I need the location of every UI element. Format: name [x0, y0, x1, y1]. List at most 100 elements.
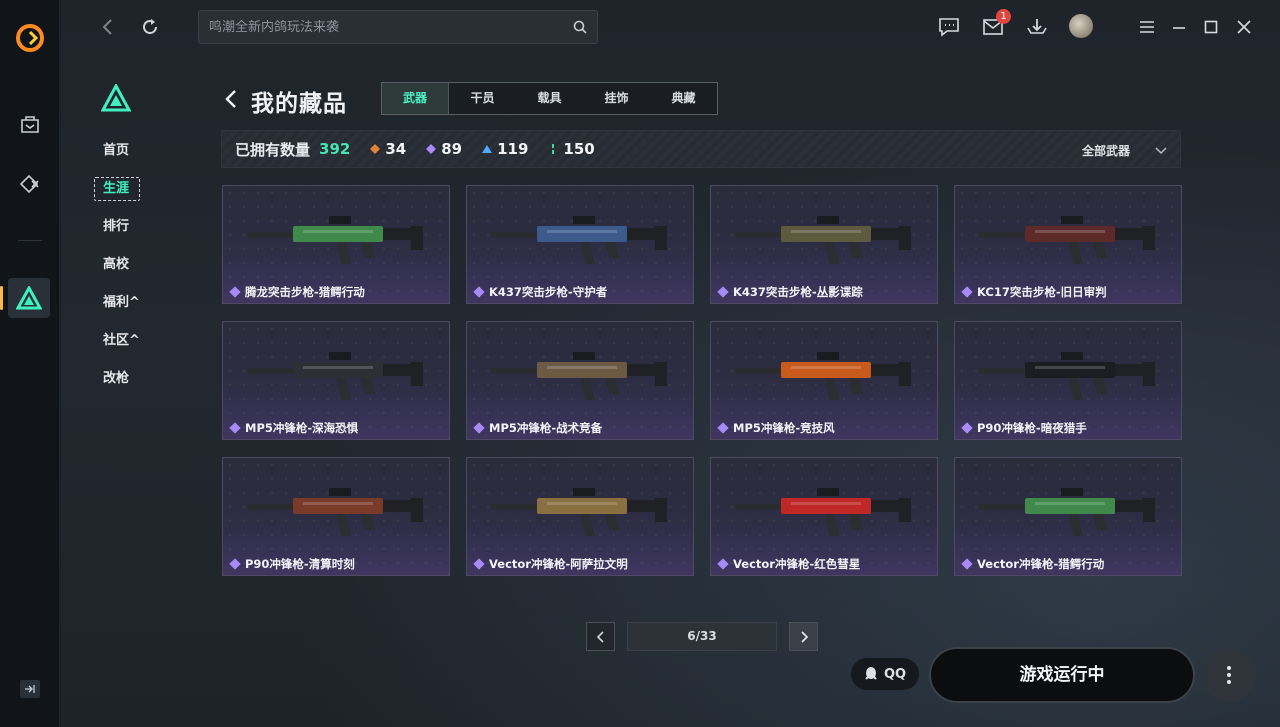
nav-gunsmith[interactable]: 改枪 [91, 360, 171, 398]
app-rail [0, 0, 60, 727]
nav-college[interactable]: 高校 [91, 246, 171, 284]
weapon-card-label: Vector冲锋枪-红色彗星 [717, 556, 860, 572]
rail-divider [18, 240, 42, 241]
nav-community[interactable]: 社区^ [91, 322, 171, 360]
rail-active-indicator [0, 286, 3, 310]
more-options-icon[interactable] [1202, 648, 1256, 702]
weapon-card-label: K437突击步枪-守护者 [473, 284, 607, 300]
rarity-gem-icon [961, 558, 973, 570]
search-input[interactable] [209, 19, 573, 35]
rarity-gem-icon [473, 286, 485, 298]
user-avatar[interactable] [1069, 14, 1093, 38]
weapon-image [979, 352, 1155, 400]
search-bar[interactable] [198, 10, 598, 44]
rarity-gem-icon [229, 286, 241, 298]
purple-count: 89 [426, 140, 462, 158]
game-running-button[interactable]: 游戏运行中 [929, 647, 1195, 703]
page-indicator: 6/33 [627, 622, 777, 651]
weapon-card-label: MP5冲锋枪-战术竞备 [473, 420, 602, 436]
weapon-card-label: P90冲锋枪-清算时刻 [229, 556, 355, 572]
green-gem-icon [552, 144, 555, 154]
blue-gem-icon [482, 145, 493, 153]
weapon-card[interactable]: KC17突击步枪-旧日审判 [954, 185, 1182, 304]
delta-force-game-icon[interactable] [8, 278, 50, 318]
delta-brand-icon [100, 82, 132, 112]
weapon-image [247, 488, 423, 536]
weapon-card[interactable]: 腾龙突击步枪-猎鳄行动 [222, 185, 450, 304]
refresh-icon[interactable] [139, 16, 161, 38]
weapon-card[interactable]: K437突击步枪-守护者 [466, 185, 694, 304]
weapon-card[interactable]: MP5冲锋枪-战术竞备 [466, 321, 694, 440]
back-arrow-icon[interactable] [221, 88, 243, 110]
top-bar: 1 [61, 0, 1280, 54]
owned-count: 392 [319, 140, 351, 158]
tab-weapons[interactable]: 武器 [382, 83, 449, 114]
weapon-filter-dropdown[interactable]: 全部武器 [1082, 131, 1168, 169]
qq-penguin-icon [865, 667, 877, 680]
weapon-card[interactable]: Vector冲锋枪-红色彗星 [710, 457, 938, 576]
maximize-icon[interactable] [1199, 15, 1223, 39]
stats-bar: 已拥有数量 392 34 89 119 150 全部武器 [221, 130, 1181, 168]
weapon-name: MP5冲锋枪-深海恐惧 [245, 421, 359, 435]
weapon-image [735, 488, 911, 536]
collection-header: 我的藏品 武器 干员 载具 挂饰 典藏 [221, 80, 1181, 120]
weapon-image [247, 216, 423, 264]
store-bag-icon[interactable] [14, 108, 46, 140]
weapon-card[interactable]: P90冲锋枪-暗夜猎手 [954, 321, 1182, 440]
gold-count-value: 34 [385, 140, 407, 158]
tab-charms[interactable]: 挂饰 [583, 83, 650, 114]
gold-count: 34 [370, 140, 406, 158]
prev-page-button[interactable] [586, 622, 615, 651]
weapon-name: MP5冲锋枪-战术竞备 [489, 421, 603, 435]
menu-icon[interactable] [1135, 15, 1159, 39]
rarity-gem-icon [717, 558, 729, 570]
mail-icon[interactable]: 1 [981, 9, 1011, 39]
rarity-gem-icon [473, 422, 485, 434]
download-icon[interactable] [1025, 15, 1049, 39]
weapon-name: Vector冲锋枪-猎鳄行动 [977, 557, 1105, 571]
tab-operators[interactable]: 干员 [449, 83, 516, 114]
weapon-card-label: 腾龙突击步枪-猎鳄行动 [229, 284, 365, 300]
weapon-card-label: MP5冲锋枪-深海恐惧 [229, 420, 358, 436]
weapon-image [735, 216, 911, 264]
collapse-rail-icon[interactable] [20, 680, 40, 698]
chat-icon[interactable] [937, 15, 961, 39]
tab-vehicles[interactable]: 载具 [516, 83, 583, 114]
weapon-card[interactable]: K437突击步枪-丛影谍踪 [710, 185, 938, 304]
weapon-name: K437突击步枪-丛影谍踪 [733, 285, 863, 299]
nav-active-bracket [94, 177, 140, 201]
weapon-card[interactable]: MP5冲锋枪-竞技风 [710, 321, 938, 440]
weapon-name: Vector冲锋枪-阿萨拉文明 [489, 557, 628, 571]
weapon-card[interactable]: Vector冲锋枪-阿萨拉文明 [466, 457, 694, 576]
nav-career[interactable]: 生涯 [91, 170, 171, 208]
weapon-name: 腾龙突击步枪-猎鳄行动 [245, 285, 365, 299]
rarity-gem-icon [229, 558, 241, 570]
green-count-value: 150 [563, 140, 595, 158]
back-nav-icon[interactable] [96, 16, 118, 38]
weapon-card-label: MP5冲锋枪-竞技风 [717, 420, 835, 436]
nav-ranking[interactable]: 排行 [91, 208, 171, 246]
rarity-gem-icon [717, 286, 729, 298]
weapon-card[interactable]: MP5冲锋枪-深海恐惧 [222, 321, 450, 440]
nav-home[interactable]: 首页 [91, 132, 171, 170]
next-page-button[interactable] [789, 622, 818, 651]
category-tabs: 武器 干员 载具 挂饰 典藏 [381, 82, 718, 115]
qq-login-button[interactable]: QQ [851, 658, 919, 690]
weapon-card[interactable]: P90冲锋枪-清算时刻 [222, 457, 450, 576]
purple-gem-icon [426, 144, 437, 154]
page-title: 我的藏品 [251, 91, 347, 117]
tab-collection[interactable]: 典藏 [650, 83, 717, 114]
nav-welfare[interactable]: 福利^ [91, 284, 171, 322]
pagination: 6/33 [586, 622, 821, 652]
minimize-icon[interactable] [1167, 15, 1191, 39]
weapon-card[interactable]: Vector冲锋枪-猎鳄行动 [954, 457, 1182, 576]
search-icon[interactable] [573, 20, 587, 34]
blue-count-value: 119 [497, 140, 529, 158]
game-pad-icon[interactable] [14, 168, 46, 200]
weapon-image [247, 352, 423, 400]
gold-gem-icon [370, 144, 381, 154]
weapon-image [491, 352, 667, 400]
weapon-name: P90冲锋枪-清算时刻 [245, 557, 355, 571]
close-icon[interactable] [1232, 15, 1256, 39]
qq-label: QQ [883, 666, 907, 682]
